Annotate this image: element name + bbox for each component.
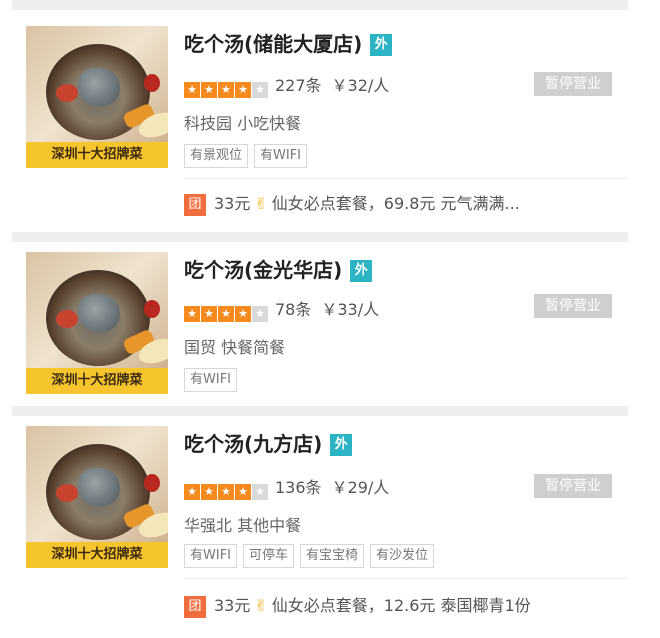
store-thumbnail[interactable]: 深圳十大招牌菜: [26, 26, 168, 168]
review-count: 136条: [275, 478, 322, 497]
tuan-icon: 团: [184, 194, 206, 216]
deal-price: 33元: [214, 596, 251, 615]
star-icon: ★: [218, 82, 234, 98]
store-name[interactable]: 吃个汤(九方店) 外: [184, 428, 353, 457]
store-category: 国贸 快餐简餐: [184, 338, 286, 357]
rating-row: ★ ★ ★ ★ ★ 227条 ￥32/人: [184, 72, 390, 98]
victory-hand-icon: ✌: [254, 194, 268, 213]
star-icon: ★: [235, 306, 251, 322]
star-rating: ★ ★ ★ ★ ★: [184, 78, 269, 98]
deal-text: 仙女必点套餐，69.8元 元气满满...: [271, 194, 520, 213]
star-icon: ★: [235, 484, 251, 500]
star-icon: ★: [201, 82, 217, 98]
feature-tag: 可停车: [243, 544, 295, 568]
star-rating: ★ ★ ★ ★ ★: [184, 480, 269, 500]
star-icon: ★: [184, 484, 200, 500]
store-category: 华强北 其他中餐: [184, 516, 302, 535]
status-badge: 暂停营业: [534, 474, 612, 498]
avg-price: ￥33/人: [321, 300, 380, 319]
store-category: 科技园 小吃快餐: [184, 114, 302, 133]
takeout-badge: 外: [370, 34, 393, 56]
deal-divider: [184, 178, 628, 179]
takeout-badge: 外: [350, 260, 373, 282]
store-card-3[interactable]: 深圳十大招牌菜 吃个汤(九方店) 外 ★ ★ ★ ★ ★ 136条 ￥29/人 暂停营业 华…: [12, 416, 628, 638]
store-thumbnail[interactable]: 深圳十大招牌菜: [26, 252, 168, 394]
thumbnail-banner: 深圳十大招牌菜: [26, 542, 168, 568]
store-name-text[interactable]: 吃个汤(金光华店): [184, 258, 342, 282]
deal-text: 仙女必点套餐，12.6元 泰国椰青1份: [271, 596, 531, 615]
feature-tag: 有WIFI: [184, 544, 237, 568]
feature-tags: 有WIFI 可停车 有宝宝椅 有沙发位: [184, 544, 440, 568]
star-icon: ★: [235, 82, 251, 98]
store-thumbnail[interactable]: 深圳十大招牌菜: [26, 426, 168, 568]
rating-row: ★ ★ ★ ★ ★ 136条 ￥29/人: [184, 474, 390, 500]
star-icon: ★: [184, 82, 200, 98]
card-divider: [12, 406, 628, 416]
feature-tags: 有景观位 有WIFI: [184, 144, 313, 168]
victory-hand-icon: ✌: [254, 596, 268, 615]
star-rating: ★ ★ ★ ★ ★: [184, 302, 269, 322]
group-deal[interactable]: 团 33元 ✌ 仙女必点套餐，69.8元 元气满满...: [184, 192, 520, 216]
card-divider: [12, 232, 628, 242]
star-empty-icon: ★: [252, 82, 268, 98]
star-icon: ★: [218, 484, 234, 500]
store-name-text[interactable]: 吃个汤(储能大厦店): [184, 32, 362, 56]
avg-price: ￥32/人: [331, 76, 390, 95]
top-divider: [12, 0, 628, 10]
group-deal[interactable]: 团 33元 ✌ 仙女必点套餐，12.6元 泰国椰青1份: [184, 594, 531, 618]
star-icon: ★: [184, 306, 200, 322]
feature-tag: 有WIFI: [184, 368, 237, 392]
feature-tags: 有WIFI: [184, 368, 243, 392]
store-card-1[interactable]: 深圳十大招牌菜 吃个汤(储能大厦店) 外 ★ ★ ★ ★ ★ 227条 ￥32/人 暂停营业…: [12, 10, 628, 232]
feature-tag: 有景观位: [184, 144, 249, 168]
deal-divider: [184, 578, 628, 579]
store-name-text[interactable]: 吃个汤(九方店): [184, 432, 322, 456]
feature-tag: 有宝宝椅: [300, 544, 365, 568]
tuan-icon: 团: [184, 596, 206, 618]
status-badge: 暂停营业: [534, 72, 612, 96]
star-icon: ★: [201, 484, 217, 500]
store-card-2[interactable]: 深圳十大招牌菜 吃个汤(金光华店) 外 ★ ★ ★ ★ ★ 78条 ￥33/人 暂停营业 国…: [12, 242, 628, 406]
deal-price: 33元: [214, 194, 251, 213]
rating-row: ★ ★ ★ ★ ★ 78条 ￥33/人: [184, 296, 380, 322]
status-badge: 暂停营业: [534, 294, 612, 318]
thumbnail-banner: 深圳十大招牌菜: [26, 142, 168, 168]
store-name[interactable]: 吃个汤(储能大厦店) 外: [184, 28, 393, 57]
feature-tag: 有沙发位: [370, 544, 435, 568]
feature-tag: 有WIFI: [254, 144, 308, 168]
star-empty-icon: ★: [252, 484, 268, 500]
takeout-badge: 外: [330, 434, 353, 456]
star-icon: ★: [218, 306, 234, 322]
star-empty-icon: ★: [252, 306, 268, 322]
thumbnail-banner: 深圳十大招牌菜: [26, 368, 168, 394]
star-icon: ★: [201, 306, 217, 322]
review-count: 78条: [275, 300, 312, 319]
store-name[interactable]: 吃个汤(金光华店) 外: [184, 254, 373, 283]
review-count: 227条: [275, 76, 322, 95]
avg-price: ￥29/人: [331, 478, 390, 497]
